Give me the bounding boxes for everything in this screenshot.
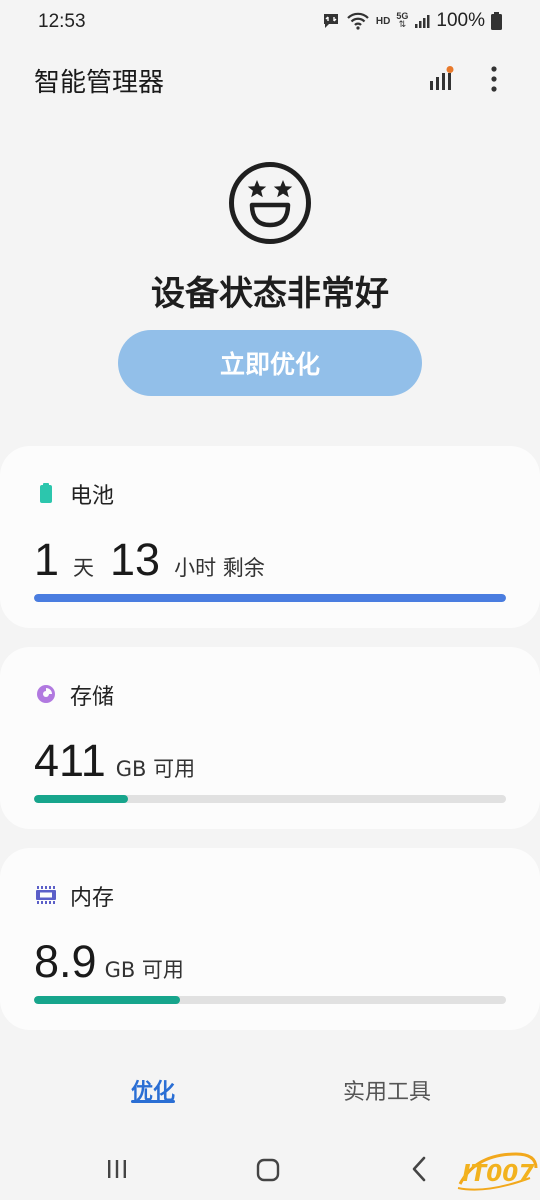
- network-indicator: 5G ⇅: [396, 12, 408, 30]
- status-icons: HD 5G ⇅ 100%: [322, 10, 502, 32]
- memory-chip-icon: [36, 886, 56, 904]
- star-eyes-smiley-icon: [229, 162, 311, 244]
- storage-usage-fill: [34, 795, 129, 803]
- svg-text:IT007: IT007: [462, 1161, 534, 1187]
- battery-level-bar: [34, 594, 506, 602]
- bottom-tab-bar: 优化 实用工具: [0, 1060, 540, 1120]
- cell-signal-icon: [415, 15, 430, 28]
- wifi-icon: [347, 12, 369, 30]
- message-notification-icon: [323, 14, 338, 28]
- memory-usage-bar: [34, 996, 506, 1004]
- notification-dot: [446, 66, 454, 73]
- storage-usage-bar: [34, 795, 506, 803]
- app-bar: 智能管理器: [0, 52, 540, 108]
- it007-watermark-logo: IT007: [457, 1152, 538, 1191]
- back-icon[interactable]: [410, 1156, 428, 1182]
- storage-title: 存储: [70, 685, 115, 710]
- memory-card[interactable]: 内存 8.9 GB 可用: [0, 848, 540, 1030]
- active-tab-indicator: [131, 1100, 175, 1103]
- status-battery-icon: [491, 12, 502, 30]
- battery-remaining: 1 天 13 小时 剩余: [34, 534, 265, 586]
- battery-hours-value: 13: [110, 534, 161, 585]
- storage-card[interactable]: 存储 411 GB 可用: [0, 647, 540, 829]
- optimize-now-button[interactable]: 立即优化: [118, 330, 422, 396]
- device-status-text: 设备状态非常好: [151, 274, 389, 314]
- battery-title: 电池: [70, 484, 115, 509]
- status-bar: 12:53 HD 5G ⇅ 100%: [0, 0, 540, 46]
- hd-indicator: HD: [375, 15, 391, 27]
- tab-tools[interactable]: 实用工具: [343, 1074, 431, 1106]
- pie-chart-icon: [37, 685, 55, 703]
- page-title: 智能管理器: [34, 68, 165, 98]
- memory-value: 8.9: [34, 936, 97, 987]
- battery-days-value: 1: [34, 534, 60, 585]
- battery-card[interactable]: 电池 1 天 13 小时 剩余: [0, 446, 540, 628]
- storage-value: 411: [34, 735, 106, 786]
- memory-available: 8.9 GB 可用: [34, 936, 184, 988]
- battery-percent: 100%: [436, 10, 485, 31]
- memory-title: 内存: [70, 886, 115, 911]
- signal-bars-icon[interactable]: [428, 66, 454, 92]
- status-time: 12:53: [38, 11, 86, 32]
- data-arrows-icon: ⇅: [398, 20, 407, 30]
- more-options-icon[interactable]: [484, 64, 504, 94]
- home-icon[interactable]: [256, 1158, 280, 1182]
- battery-icon: [40, 483, 52, 503]
- storage-unit: GB 可用: [115, 757, 196, 781]
- battery-days-unit: 天: [73, 556, 95, 580]
- recent-apps-icon[interactable]: [106, 1158, 128, 1180]
- memory-usage-fill: [34, 996, 181, 1004]
- storage-available: 411 GB 可用: [34, 735, 195, 787]
- battery-hours-unit: 小时 剩余: [174, 556, 265, 580]
- battery-level-fill: [34, 594, 506, 602]
- memory-unit: GB 可用: [104, 958, 184, 982]
